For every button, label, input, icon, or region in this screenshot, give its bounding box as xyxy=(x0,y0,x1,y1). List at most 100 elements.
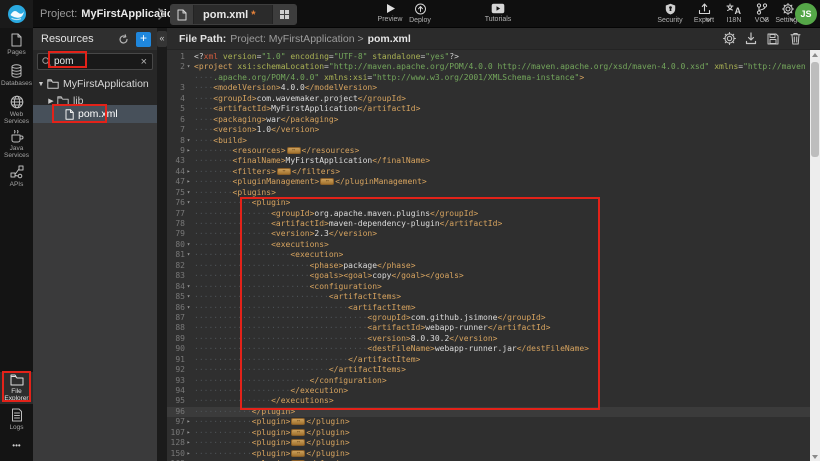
gutter-cell[interactable]: 95 xyxy=(167,396,192,406)
sidebar-item-apis[interactable]: APIs xyxy=(0,165,33,188)
code-line[interactable]: 96············</plugin> xyxy=(167,407,810,417)
gutter-cell[interactable]: 83 xyxy=(167,271,192,281)
gutter-cell[interactable]: 1 xyxy=(167,52,192,62)
collapsed-code-icon[interactable]: ↔ xyxy=(320,178,334,185)
tab-file-icon[interactable] xyxy=(171,5,194,24)
code-line[interactable]: 150▸············<plugin>↔</plugin> xyxy=(167,449,810,459)
editor-settings-gear-icon[interactable] xyxy=(718,32,740,45)
caret-down-icon[interactable]: ▼ xyxy=(37,81,45,88)
code-line[interactable]: 1<?xml version="1.0" encoding="UTF-8" st… xyxy=(167,52,810,62)
tab-pom-xml[interactable]: pom.xml * xyxy=(170,4,297,25)
user-avatar[interactable]: JS xyxy=(795,3,817,25)
code-line[interactable]: 83························<goals><goal>c… xyxy=(167,271,810,281)
fold-toggle-icon[interactable]: ▾ xyxy=(185,240,192,250)
code-line[interactable]: 47▸········<pluginManagement>↔</pluginMa… xyxy=(167,177,810,187)
search-input[interactable] xyxy=(54,56,132,67)
sidebar-item-pages[interactable]: Pages xyxy=(0,33,33,56)
download-file-icon[interactable] xyxy=(740,32,762,45)
code-line[interactable]: 84▾························<configuratio… xyxy=(167,282,810,292)
code-line[interactable]: 78················<artifactId>maven-depe… xyxy=(167,219,810,229)
fold-toggle-icon[interactable]: ▸ xyxy=(185,417,192,427)
fold-toggle-icon[interactable]: ▾ xyxy=(185,292,192,302)
gutter-cell[interactable]: 97▸ xyxy=(167,417,192,427)
code-line[interactable]: 7····<version>1.0</version> xyxy=(167,125,810,135)
tree-item-project[interactable]: ▼ MyFirstApplication xyxy=(33,76,157,92)
fold-toggle-icon[interactable]: ▸ xyxy=(185,449,192,459)
fold-toggle-icon[interactable]: ▸ xyxy=(185,146,192,156)
gutter-cell[interactable] xyxy=(167,73,192,83)
gutter-cell[interactable]: 4 xyxy=(167,94,192,104)
code-line[interactable]: 81▾····················<execution> xyxy=(167,250,810,260)
gutter-cell[interactable]: 90 xyxy=(167,344,192,354)
code-line[interactable]: 4····<groupId>com.wavemaker.project</gro… xyxy=(167,94,810,104)
scroll-down-arrow[interactable] xyxy=(810,452,820,461)
code-line[interactable]: 86▾································<arti… xyxy=(167,303,810,313)
gutter-cell[interactable]: 7 xyxy=(167,125,192,135)
sidebar-item-file-explorer[interactable]: File Explorer xyxy=(0,372,33,404)
fold-toggle-icon[interactable]: ▸ xyxy=(185,167,192,177)
gutter-cell[interactable]: 77 xyxy=(167,209,192,219)
gutter-cell[interactable]: 94 xyxy=(167,386,192,396)
gutter-cell[interactable]: 43 xyxy=(167,156,192,166)
deploy-button[interactable]: Deploy xyxy=(398,3,442,27)
gutter-cell[interactable]: 80▾ xyxy=(167,240,192,250)
code-line[interactable]: ····.apache.org/POM/4.0.0" xmlns:xsi="ht… xyxy=(167,73,810,83)
gutter-cell[interactable]: 6 xyxy=(167,115,192,125)
wavemaker-logo[interactable] xyxy=(0,0,33,28)
gutter-cell[interactable]: 85▾ xyxy=(167,292,192,302)
gutter-cell[interactable]: 8▾ xyxy=(167,136,192,146)
fold-toggle-icon[interactable]: ▾ xyxy=(185,136,192,146)
code-line[interactable]: 92····························</artifact… xyxy=(167,365,810,375)
gutter-cell[interactable]: 91 xyxy=(167,355,192,365)
code-line[interactable]: 107▸············<plugin>↔</plugin> xyxy=(167,428,810,438)
gutter-cell[interactable]: 82 xyxy=(167,261,192,271)
gutter-cell[interactable]: 86▾ xyxy=(167,303,192,313)
gutter-cell[interactable]: 128▸ xyxy=(167,438,192,448)
gutter-cell[interactable]: 89 xyxy=(167,334,192,344)
gutter-cell[interactable]: 5 xyxy=(167,104,192,114)
add-resource-button[interactable]: + xyxy=(136,32,151,47)
gutter-cell[interactable]: 47▸ xyxy=(167,177,192,187)
code-line[interactable]: 75▾········<plugins> xyxy=(167,188,810,198)
code-line[interactable]: 2▾<project xsi:schemaLocation="http://ma… xyxy=(167,62,810,72)
fold-toggle-icon[interactable]: ▸ xyxy=(185,177,192,187)
gutter-cell[interactable]: 84▾ xyxy=(167,282,192,292)
fold-toggle-icon[interactable]: ▾ xyxy=(185,62,192,72)
caret-right-icon[interactable]: ▶ xyxy=(47,97,55,105)
fold-toggle-icon[interactable]: ▾ xyxy=(185,303,192,313)
gutter-cell[interactable]: 2▾ xyxy=(167,62,192,72)
code-line[interactable]: 91································</arti… xyxy=(167,355,810,365)
gutter-cell[interactable]: 79 xyxy=(167,229,192,239)
gutter-cell[interactable]: 87 xyxy=(167,313,192,323)
collapse-panel-button[interactable]: « xyxy=(157,31,167,47)
gutter-cell[interactable]: 44▸ xyxy=(167,167,192,177)
code-line[interactable]: 44▸········<filters>↔</filters> xyxy=(167,167,810,177)
collapsed-code-icon[interactable]: ↔ xyxy=(291,429,305,436)
gutter-cell[interactable]: 3 xyxy=(167,83,192,93)
gutter-cell[interactable]: 9▸ xyxy=(167,146,192,156)
tutorials-button[interactable]: Tutorials xyxy=(476,3,520,27)
fold-toggle-icon[interactable]: ▾ xyxy=(185,198,192,208)
collapsed-code-icon[interactable]: ↔ xyxy=(291,450,305,457)
code-line[interactable]: 88····································<a… xyxy=(167,323,810,333)
gutter-cell[interactable]: 107▸ xyxy=(167,428,192,438)
code-line[interactable]: 79················<version>2.3</version> xyxy=(167,229,810,239)
gutter-cell[interactable]: 93 xyxy=(167,376,192,386)
fold-toggle-icon[interactable]: ▾ xyxy=(185,188,192,198)
code-line[interactable]: 80▾················<executions> xyxy=(167,240,810,250)
collapsed-code-icon[interactable]: ↔ xyxy=(277,168,291,175)
code-line[interactable]: 76▾············<plugin> xyxy=(167,198,810,208)
code-line[interactable]: 5····<artifactId>MyFirstApplication</art… xyxy=(167,104,810,114)
gutter-cell[interactable]: 150▸ xyxy=(167,449,192,459)
gutter-cell[interactable]: 75▾ xyxy=(167,188,192,198)
fold-toggle-icon[interactable]: ▾ xyxy=(185,250,192,260)
code-line[interactable]: 93························</configuratio… xyxy=(167,376,810,386)
code-line[interactable]: 43········<finalName>MyFirstApplication<… xyxy=(167,156,810,166)
code-line[interactable]: 90····································<d… xyxy=(167,344,810,354)
sidebar-item-databases[interactable]: Databases xyxy=(0,64,33,87)
fold-toggle-icon[interactable]: ▸ xyxy=(185,438,192,448)
sidebar-item-logs[interactable]: Logs xyxy=(0,408,33,431)
code-line[interactable]: 85▾····························<artifact… xyxy=(167,292,810,302)
gutter-cell[interactable]: 88 xyxy=(167,323,192,333)
code-line[interactable]: 3····<modelVersion>4.0.0</modelVersion> xyxy=(167,83,810,93)
